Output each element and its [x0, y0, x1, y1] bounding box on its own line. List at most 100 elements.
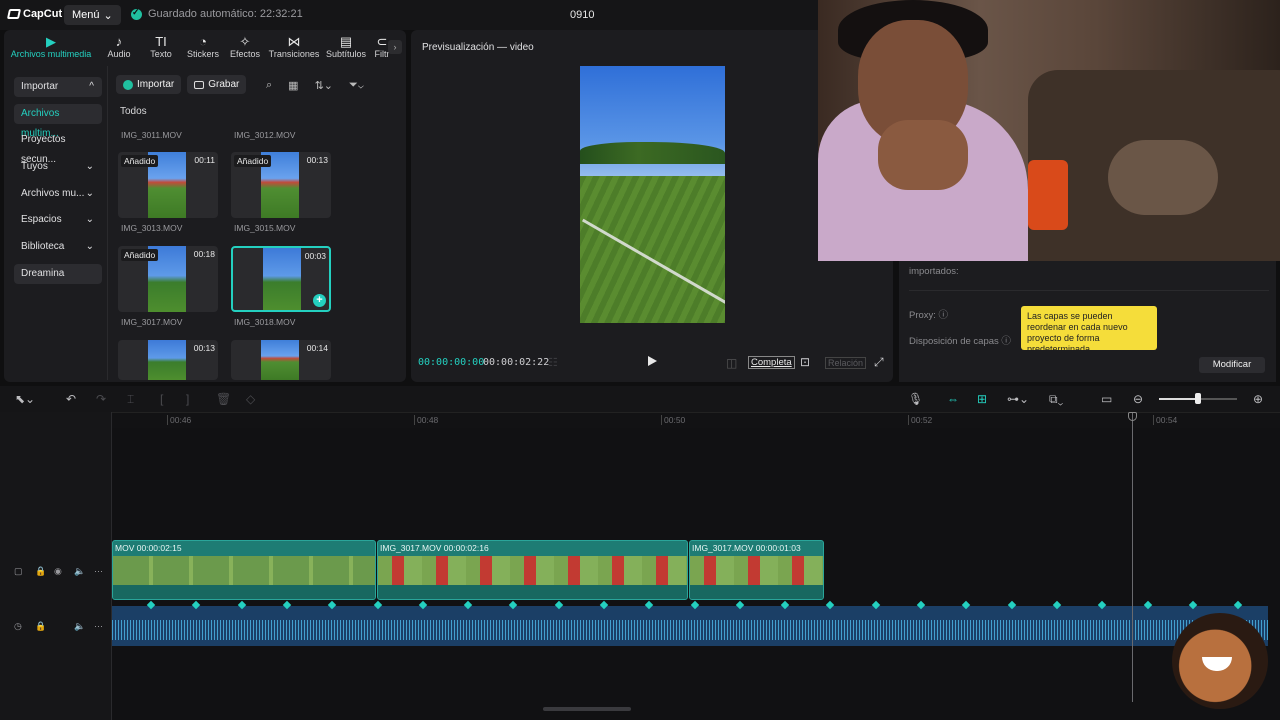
select-tool-icon[interactable]: ⬉⌄: [15, 392, 35, 406]
lock-icon[interactable]: 🔒: [35, 566, 46, 577]
clip-frames: [690, 556, 823, 586]
text-icon: TI: [155, 34, 167, 49]
grid-view-icon[interactable]: ▦: [288, 79, 298, 92]
media-clip[interactable]: 00:13: [118, 340, 218, 380]
filter-all-label[interactable]: Todos: [120, 106, 147, 117]
sidebar-item-yours[interactable]: Tuyos ⌄: [14, 157, 102, 177]
playhead[interactable]: [1132, 412, 1133, 702]
media-clip[interactable]: Añadido 00:13: [231, 152, 331, 218]
media-clip[interactable]: Añadido 00:11: [118, 152, 218, 218]
microphone-icon[interactable]: 🎙: [908, 392, 923, 406]
media-clip[interactable]: 00:14: [231, 340, 331, 380]
crop-icon[interactable]: ◫: [726, 356, 737, 370]
zoom-out-icon[interactable]: ⊖: [1133, 392, 1143, 406]
tab-audio[interactable]: ♪ Audio: [98, 34, 140, 64]
fullscreen-icon[interactable]: ⤢: [874, 355, 884, 370]
record-button[interactable]: Grabar: [187, 75, 247, 94]
chevron-right-icon[interactable]: ›: [388, 40, 402, 54]
subtitles-icon: ▤: [339, 34, 353, 49]
filter-icon[interactable]: ⏷⌄: [349, 79, 364, 92]
aspect-ratio-button[interactable]: Relación: [825, 357, 867, 369]
screenshot-icon[interactable]: ⊡: [800, 355, 810, 369]
tab-label: Efectos: [229, 49, 260, 59]
clip-name: IMG_3017.MOV: [121, 317, 183, 327]
capcut-logo-icon: [6, 9, 22, 19]
timeline-audio-clip[interactable]: [112, 606, 1268, 646]
timeline-scrollbar[interactable]: [543, 707, 631, 711]
more-icon[interactable]: ⋯: [94, 621, 103, 632]
split-screen-icon[interactable]: ⧉⌄: [1049, 392, 1063, 407]
webcam-person-arm: [878, 120, 968, 190]
timeline-video-clip[interactable]: MOV 00:00:02:15: [112, 540, 376, 600]
sidebar-item-label: Dreamina: [21, 267, 65, 279]
tab-text[interactable]: TI Texto: [140, 34, 182, 64]
marker-icon[interactable]: ◇: [246, 392, 255, 406]
layers-tooltip: Las capas se pueden reordenar en cada nu…: [1021, 306, 1157, 350]
zoom-slider-handle[interactable]: [1195, 393, 1201, 404]
magnet-icon[interactable]: ⊞: [977, 392, 987, 406]
tab-media[interactable]: ▶ Archivos multimedia: [4, 34, 98, 64]
cover-icon[interactable]: ▢: [14, 566, 23, 577]
trim-right-icon[interactable]: ]: [186, 392, 189, 406]
split-icon[interactable]: ⌶: [127, 392, 134, 407]
sidebar-item-media-files[interactable]: Archivos mu... ⌄: [14, 184, 102, 204]
autosave-text: Guardado automático: 22:32:21: [148, 8, 303, 20]
redo-icon[interactable]: ↷: [96, 392, 106, 406]
sidebar-item-subprojects[interactable]: Proyectos secun...: [14, 130, 102, 165]
added-badge: Añadido: [121, 155, 159, 167]
trim-left-icon[interactable]: [: [160, 392, 163, 406]
play-icon[interactable]: [648, 356, 657, 366]
clip-thumbnail: [263, 248, 301, 310]
total-timecode: 00:00:02:22: [483, 357, 550, 368]
sidebar-item-label: Tuyos: [21, 161, 48, 173]
add-to-timeline-icon[interactable]: +: [313, 294, 326, 307]
sidebar-item-import[interactable]: Importar ^: [14, 77, 102, 97]
timeline-video-clip[interactable]: IMG_3017.MOV 00:00:01:03: [689, 540, 824, 600]
timeline-video-clip[interactable]: IMG_3017.MOV 00:00:02:16: [377, 540, 688, 600]
menu-button[interactable]: Menú ⌄: [64, 5, 121, 25]
clip-name: IMG_3011.MOV: [121, 130, 182, 140]
record-label: Grabar: [208, 79, 240, 90]
preview-axis-icon[interactable]: ▭: [1101, 392, 1112, 406]
ruler-tick: 00:48: [413, 415, 439, 425]
timeline-ruler[interactable]: [112, 412, 1280, 428]
import-button[interactable]: Importar: [116, 75, 182, 94]
tab-effects[interactable]: ✧ Efectos: [224, 34, 266, 64]
list-icon[interactable]: ☷: [548, 356, 558, 369]
clip-label: MOV 00:00:02:15: [115, 543, 182, 553]
ratio-full-button[interactable]: Completa: [748, 356, 795, 369]
current-timecode: 00:00:00:00: [418, 357, 485, 368]
sort-icon[interactable]: ⇅⌄: [315, 79, 333, 92]
media-clip[interactable]: Añadido 00:18: [118, 246, 218, 312]
camera-icon: [194, 80, 205, 89]
undo-icon[interactable]: ↶: [66, 392, 76, 406]
clip-audio-band: [690, 585, 823, 599]
zoom-slider-fill: [1159, 398, 1199, 400]
eye-icon[interactable]: ◉: [54, 566, 62, 577]
sidebar-item-spaces[interactable]: Espacios ⌄: [14, 210, 102, 230]
volume-icon[interactable]: 🔈: [74, 566, 85, 577]
ruler-tick: 00:52: [907, 415, 933, 425]
tab-stickers[interactable]: ◔ Stickers: [182, 34, 224, 64]
volume-icon[interactable]: 🔈: [74, 621, 85, 632]
webcam-cushion: [1108, 140, 1218, 215]
link-icon[interactable]: ⇔: [947, 392, 959, 406]
media-clip-selected[interactable]: 00:03 +: [231, 246, 331, 312]
project-title: 0910: [570, 9, 595, 21]
timeline-toolbar: [0, 386, 1280, 412]
modify-button[interactable]: Modificar: [1199, 357, 1265, 373]
delete-icon[interactable]: 🗑: [216, 392, 231, 406]
chain-icon[interactable]: ⊶⌄: [1007, 392, 1029, 406]
tab-transitions[interactable]: ⋈ Transiciones: [266, 34, 322, 64]
zoom-in-icon[interactable]: ⊕: [1253, 392, 1263, 406]
sidebar-item-dreamina[interactable]: Dreamina: [14, 263, 102, 284]
sidebar-item-label: Espacios: [21, 214, 62, 226]
tab-label: Transiciones: [268, 49, 320, 59]
more-icon[interactable]: ⋯: [94, 566, 103, 577]
tab-subtitles[interactable]: ▤ Subtítulos: [322, 34, 370, 64]
sidebar-item-media[interactable]: Archivos multim...: [14, 103, 102, 139]
search-icon[interactable]: ⌕: [266, 79, 272, 92]
lock-icon[interactable]: 🔒: [35, 621, 46, 632]
playhead-handle[interactable]: [1128, 412, 1137, 421]
sidebar-item-library[interactable]: Biblioteca ⌄: [14, 237, 102, 257]
